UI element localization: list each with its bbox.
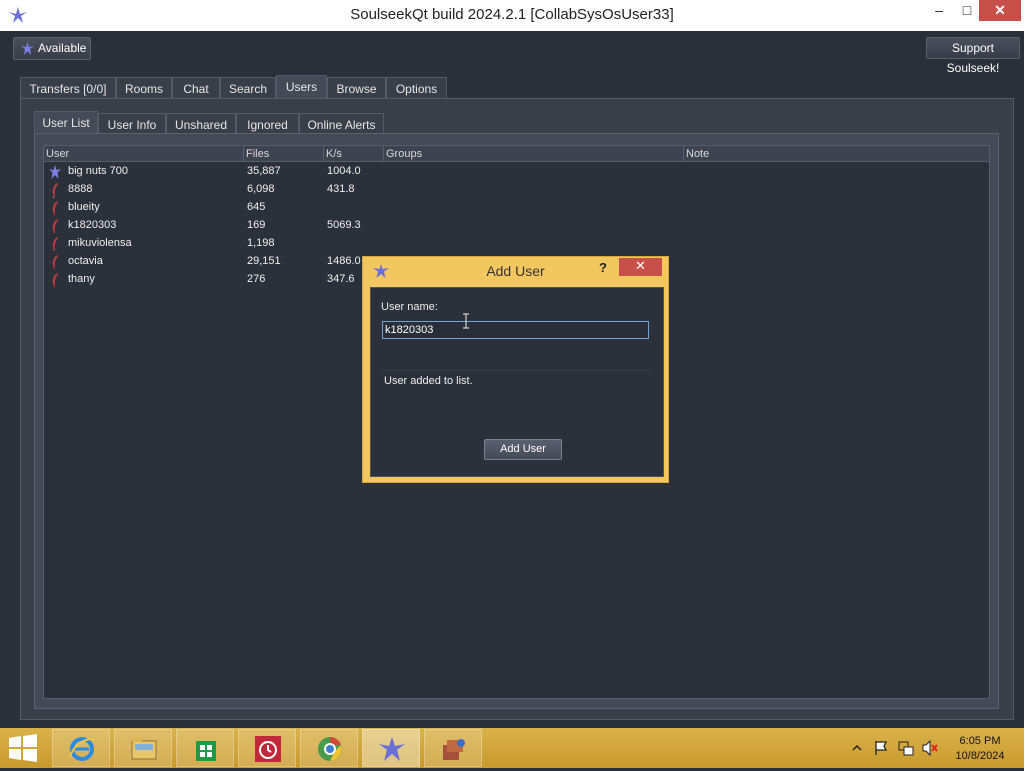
tab-rooms[interactable]: Rooms	[116, 77, 172, 100]
divider	[383, 370, 649, 371]
tab-browse[interactable]: Browse	[327, 77, 386, 100]
show-hidden-icons[interactable]	[850, 728, 864, 768]
tab-users[interactable]: Users	[276, 75, 327, 100]
feather-icon	[52, 183, 58, 198]
user-speed: 347.6	[327, 273, 355, 285]
add-user-dialog: Add User ? ✕ User name: User added to li…	[362, 256, 669, 483]
support-soulseek-button[interactable]: Support Soulseek!	[926, 37, 1020, 75]
user-name: 8888	[68, 183, 93, 195]
internet-explorer-icon[interactable]	[52, 729, 110, 767]
store-icon[interactable]	[176, 729, 234, 767]
user-name: octavia	[68, 255, 103, 267]
dialog-body: User name: User added to list. Add User	[370, 287, 664, 477]
chrome-icon[interactable]	[300, 729, 358, 767]
user-files: 6,098	[247, 183, 275, 195]
status-message: User added to list.	[384, 375, 473, 387]
feather-icon	[52, 237, 58, 251]
user-files: 645	[247, 201, 266, 213]
user-name: mikuviolensa	[68, 237, 132, 249]
file-explorer-icon[interactable]	[114, 729, 172, 767]
clock-date: 10/8/2024	[955, 750, 1005, 762]
user-files: 35,887	[247, 165, 281, 177]
user-speed: 5069.3	[327, 219, 361, 231]
text-cursor-icon	[463, 313, 469, 329]
soulseek-bird-icon	[49, 165, 61, 179]
table-row[interactable]: big nuts 700 35,887 1004.0	[44, 163, 989, 181]
tab-chat[interactable]: Chat	[172, 77, 220, 100]
user-speed: 431.8	[327, 183, 355, 195]
tab-search[interactable]: Search	[220, 77, 276, 100]
user-files: 1,198	[247, 237, 275, 249]
column-header-user[interactable]: User	[44, 146, 244, 162]
status-button[interactable]: Available	[13, 37, 91, 60]
tab-options[interactable]: Options	[386, 77, 447, 100]
user-name: big nuts 700	[68, 165, 128, 177]
column-header-speed[interactable]: K/s	[324, 146, 384, 162]
app-box-icon[interactable]	[424, 729, 482, 767]
window-titlebar: SoulseekQt build 2024.2.1 [CollabSysOsUs…	[0, 0, 1024, 31]
user-files: 169	[247, 219, 266, 231]
user-files: 276	[247, 273, 266, 285]
feather-icon	[52, 255, 58, 269]
user-speed: 1004.0	[327, 165, 361, 177]
close-button[interactable]: ✕	[979, 0, 1021, 21]
volume-muted-icon[interactable]	[921, 728, 939, 768]
soulseek-bird-icon	[21, 42, 34, 55]
start-icon[interactable]	[8, 734, 38, 765]
action-center-flag-icon[interactable]	[873, 728, 889, 768]
dialog-close-button[interactable]: ✕	[619, 258, 662, 276]
feather-icon	[52, 201, 58, 215]
user-name-input[interactable]	[382, 321, 649, 339]
help-button[interactable]: ?	[599, 260, 607, 275]
user-name: thany	[68, 273, 95, 285]
user-name: blueity	[68, 201, 100, 213]
tab-transfers[interactable]: Transfers [0/0]	[20, 77, 116, 100]
column-header-note[interactable]: Note	[684, 146, 989, 162]
feather-icon	[52, 273, 58, 287]
table-row[interactable]: k1820303 169 5069.3	[44, 217, 989, 235]
system-clock[interactable]: 6:05 PM 10/8/2024	[944, 734, 1016, 764]
taskbar	[0, 728, 1024, 768]
user-name: k1820303	[68, 219, 117, 231]
network-icon[interactable]	[897, 728, 915, 768]
column-header-files[interactable]: Files	[244, 146, 324, 162]
table-row[interactable]: 8888 6,098 431.8	[44, 181, 989, 199]
window-title: SoulseekQt build 2024.2.1 [CollabSysOsUs…	[350, 6, 674, 23]
clock-time: 6:05 PM	[959, 735, 1001, 747]
column-header-groups[interactable]: Groups	[384, 146, 684, 162]
alarm-clock-icon[interactable]	[238, 729, 296, 767]
user-name-label: User name:	[381, 301, 438, 313]
status-label: Available	[38, 41, 87, 55]
feather-icon	[52, 219, 58, 233]
user-files: 29,151	[247, 255, 281, 267]
add-user-button[interactable]: Add User	[484, 439, 562, 460]
user-speed: 1486.0	[327, 255, 361, 267]
table-row[interactable]: blueity 645	[44, 199, 989, 217]
table-row[interactable]: mikuviolensa 1,198	[44, 235, 989, 253]
soulseek-icon[interactable]	[362, 729, 420, 767]
